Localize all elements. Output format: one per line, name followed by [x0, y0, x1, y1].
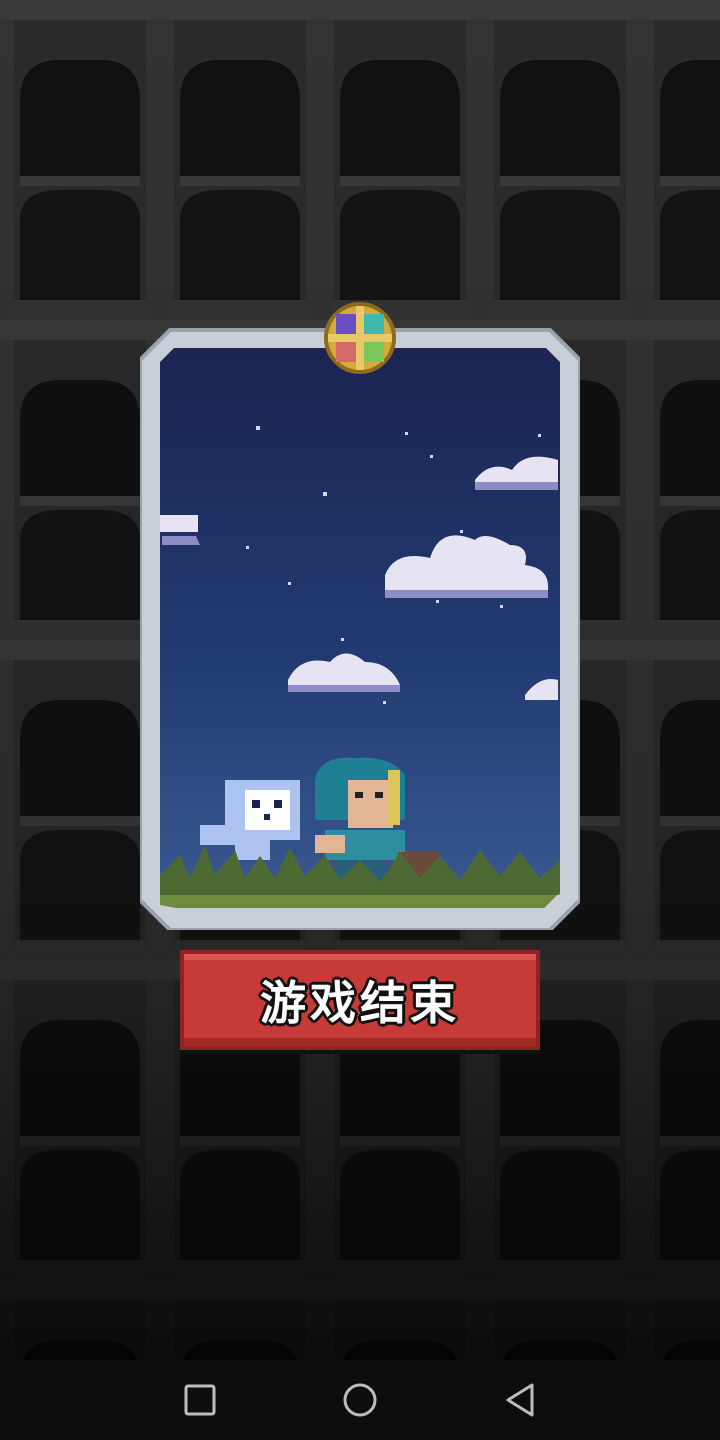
game-over-title: 游戏结束 [260, 976, 460, 1030]
medallion-icon [324, 302, 396, 374]
triangle-back-icon [506, 1383, 534, 1417]
back-button[interactable] [496, 1376, 544, 1424]
game-over-card [140, 300, 580, 930]
game-over-banner[interactable]: 游戏结束 [180, 950, 540, 1050]
home-button[interactable] [336, 1376, 384, 1424]
square-icon [184, 1384, 216, 1416]
system-nav-bar [0, 1360, 720, 1440]
recent-apps-button[interactable] [176, 1376, 224, 1424]
circle-icon [343, 1383, 377, 1417]
